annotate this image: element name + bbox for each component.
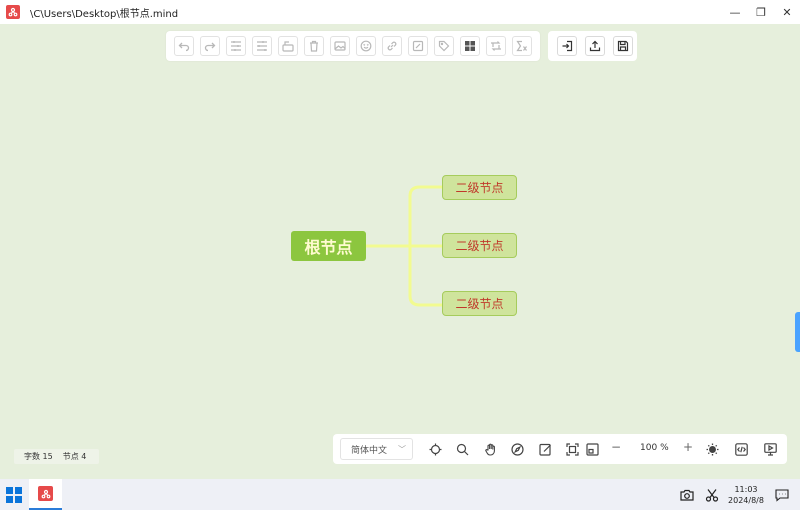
side-panel-handle[interactable] bbox=[795, 312, 800, 352]
locate-node-button[interactable] bbox=[427, 441, 443, 457]
edit-icon bbox=[538, 443, 551, 456]
camera-icon[interactable] bbox=[680, 487, 694, 501]
child-node-3[interactable]: 二级节点 bbox=[442, 291, 517, 316]
system-clock[interactable]: 11:03 2024/8/8 bbox=[727, 484, 765, 506]
search-button[interactable] bbox=[454, 441, 470, 457]
compass-icon bbox=[510, 442, 524, 456]
fullscreen-button[interactable] bbox=[584, 441, 600, 457]
fit-canvas-button[interactable] bbox=[564, 441, 580, 457]
os-taskbar: 11:03 2024/8/8 bbox=[0, 479, 800, 510]
notification-icon[interactable] bbox=[775, 487, 789, 502]
navigator-button[interactable] bbox=[509, 441, 525, 457]
code-icon bbox=[734, 442, 748, 456]
child-node-1[interactable]: 二级节点 bbox=[442, 175, 517, 200]
sun-icon bbox=[706, 443, 718, 455]
fit-screen-icon bbox=[565, 442, 579, 456]
presentation-icon bbox=[763, 442, 777, 456]
hand-icon bbox=[484, 443, 495, 456]
scissors-icon[interactable] bbox=[705, 487, 719, 502]
search-icon bbox=[456, 443, 468, 455]
zoom-level: 100 % bbox=[640, 443, 669, 453]
theme-button[interactable] bbox=[704, 441, 720, 457]
presentation-button[interactable] bbox=[762, 441, 778, 457]
app-logo-icon bbox=[38, 486, 53, 501]
zoom-out-button[interactable]: − bbox=[611, 440, 621, 454]
root-node[interactable]: 根节点 bbox=[291, 231, 366, 261]
crosshair-icon bbox=[429, 443, 441, 455]
child-node-2[interactable]: 二级节点 bbox=[442, 233, 517, 258]
word-count: 字数 15 bbox=[24, 452, 53, 461]
source-code-button[interactable] bbox=[733, 441, 749, 457]
node-count: 节点 4 bbox=[62, 452, 87, 461]
chevron-down-icon: ﹀ bbox=[398, 445, 406, 454]
fullscreen-icon bbox=[585, 442, 599, 456]
taskbar-app-mindmap[interactable] bbox=[29, 479, 62, 510]
edit-mode-button[interactable] bbox=[537, 441, 553, 457]
drag-mode-button[interactable] bbox=[482, 441, 498, 457]
windows-start-icon[interactable] bbox=[6, 487, 22, 503]
status-bar: 字数 15 节点 4 bbox=[14, 449, 99, 464]
view-toolbar: 简体中文 ﹀ − 100 % + bbox=[333, 434, 787, 464]
zoom-in-button[interactable]: + bbox=[683, 440, 693, 454]
language-select[interactable]: 简体中文 ﹀ bbox=[340, 438, 413, 460]
